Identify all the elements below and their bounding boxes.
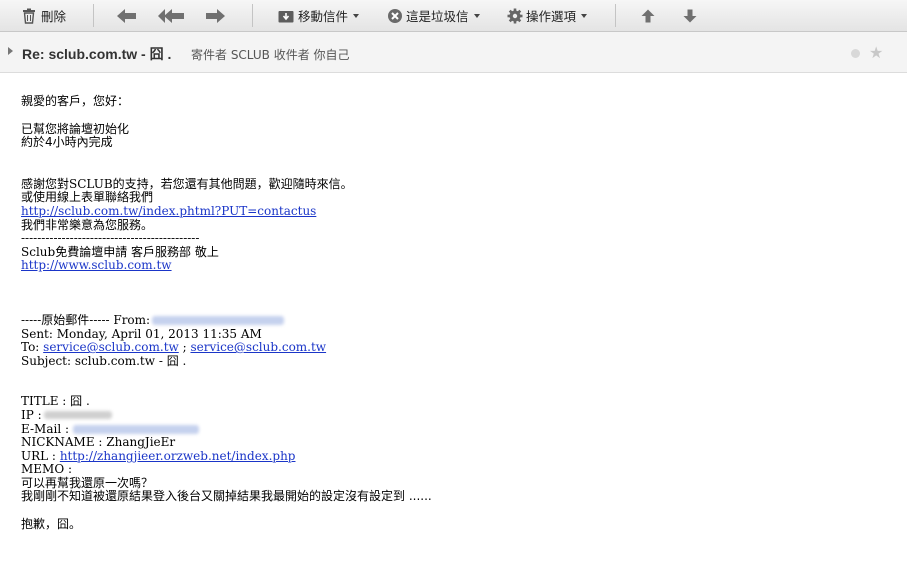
memo-label: MEMO : [21, 462, 73, 477]
toolbar: 刪除 移動信件 這是垃圾信 操作選項 [0, 0, 907, 32]
to-email-link[interactable]: service@sclub.com.tw [190, 340, 326, 354]
message-subject: Re: sclub.com.tw - 囧 . [22, 46, 172, 62]
toolbar-divider [252, 4, 253, 27]
closing-line: 抱歉，囧。 [21, 517, 82, 532]
chevron-down-icon [353, 13, 360, 18]
trash-icon [23, 8, 35, 24]
original-from-line: -----原始郵件----- From: [21, 312, 881, 328]
arrow-down-icon [683, 9, 697, 22]
spam-block-icon [388, 8, 402, 23]
message-header: Re: sclub.com.tw - 囧 . 寄件者 SCLUB 收件者 你自己… [0, 32, 907, 73]
email-label: E-Mail : [21, 421, 70, 436]
sent-line: Sent: Monday, April 01, 2013 11:35 AM [21, 326, 262, 341]
toolbar-divider [93, 4, 94, 27]
status-dot-icon[interactable] [851, 49, 860, 58]
redacted-email [152, 315, 285, 325]
body-line: 約於4小時內完成 [21, 135, 113, 150]
next-message-button[interactable] [683, 0, 697, 31]
body-line: 已幫您將論壇初始化 [21, 121, 130, 136]
reply-button[interactable] [116, 0, 138, 31]
nickname-line: NICKNAME : ZhangJieEr [21, 435, 176, 450]
actions-button[interactable]: 操作選項 [507, 0, 588, 31]
chevron-down-icon [473, 13, 480, 18]
to-email-link[interactable]: service@sclub.com.tw [43, 340, 179, 354]
body-line: 或使用線上表單聯絡我們 [21, 190, 154, 205]
redacted-email [73, 424, 200, 434]
user-site-link[interactable]: http://zhangjieer.orzweb.net/index.php [60, 449, 296, 463]
greeting: 親愛的客戶，您好： [21, 94, 130, 108]
previous-message-button[interactable] [641, 0, 655, 31]
reply-icon [117, 8, 136, 23]
message-meta: 寄件者 SCLUB 收件者 你自己 [191, 48, 350, 62]
signature: Sclub免費論壇申請 客戶服務部 敬上 [21, 244, 219, 259]
toolbar-divider [615, 4, 616, 27]
email-line: E-Mail : [21, 421, 881, 437]
star-icon[interactable]: ★ [869, 43, 883, 62]
to-line: To: service@sclub.com.tw ; service@sclub… [21, 340, 881, 355]
actions-label: 操作選項 [526, 9, 577, 24]
expand-triangle-icon[interactable] [8, 47, 13, 55]
memo-line: 我剛剛不知道被還原結果登入後台又關掉結果我最開始的設定沒有設定到 ...... [21, 489, 432, 504]
forward-button[interactable] [204, 0, 226, 31]
divider-line: ----------------------------------------… [21, 231, 200, 246]
url-line: URL : http://zhangjieer.orzweb.net/index… [21, 448, 881, 464]
reply-all-button[interactable] [157, 0, 185, 31]
subject-line: Subject: sclub.com.tw - 囧 . [21, 353, 187, 368]
move-label: 移動信件 [298, 9, 349, 24]
to-label: To: [21, 340, 40, 355]
chevron-down-icon [581, 13, 588, 18]
arrow-up-icon [641, 9, 655, 22]
body-line: 我們非常樂意為您服務。 [21, 217, 154, 232]
forward-icon [206, 8, 225, 23]
original-label: -----原始郵件----- From: [21, 312, 151, 327]
folder-move-icon [278, 10, 294, 22]
message-body: 親愛的客戶，您好： 已幫您將論壇初始化 約於4小時內完成 感謝您對SCLUB的支… [21, 94, 881, 532]
spam-label: 這是垃圾信 [406, 9, 469, 24]
to-separator: ; [178, 340, 187, 355]
website-link[interactable]: http://www.sclub.com.tw [21, 258, 172, 273]
delete-label: 刪除 [41, 9, 67, 24]
redacted-ip [43, 411, 112, 420]
ip-line: IP : [21, 407, 881, 423]
delete-button[interactable]: 刪除 [22, 0, 66, 31]
spam-button[interactable]: 這是垃圾信 [387, 0, 480, 31]
reply-all-icon [158, 8, 184, 23]
gear-icon [507, 8, 523, 23]
ip-label: IP : [21, 407, 42, 422]
title-line: TITLE : 囧 . [21, 394, 90, 409]
url-label: URL : [21, 448, 56, 463]
move-button[interactable]: 移動信件 [278, 0, 360, 31]
contact-form-link[interactable]: http://sclub.com.tw/index.phtml?PUT=cont… [21, 204, 316, 218]
